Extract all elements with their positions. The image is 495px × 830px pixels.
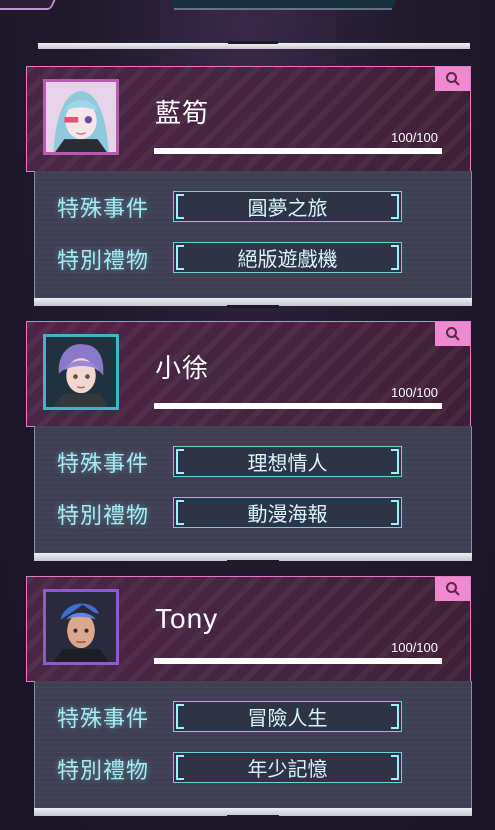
- top-center-frame: [165, 0, 401, 10]
- character-name: 小徐: [155, 354, 210, 384]
- card-body: 特殊事件 冒險人生 特別禮物 年少記憶: [34, 681, 472, 818]
- special-gift-label: 特別禮物: [57, 249, 150, 274]
- screen: 藍筍 100/100 特殊事件 圓夢之旅 特別禮物 絕版遊戲機 小徐 100/1…: [0, 0, 495, 830]
- search-button[interactable]: [435, 577, 470, 601]
- special-gift-value[interactable]: 年少記憶: [173, 752, 402, 783]
- progress-bar: [154, 403, 442, 409]
- search-button[interactable]: [435, 67, 470, 91]
- character-card: Tony 100/100 特殊事件 冒險人生 特別禮物 年少記憶: [26, 576, 472, 822]
- avatar-portrait-icon: [46, 337, 116, 407]
- progress-fill: [154, 148, 442, 154]
- shelf-notch: [227, 560, 279, 563]
- card-header: 藍筍 100/100: [26, 66, 471, 172]
- top-shelf: [38, 41, 470, 49]
- shelf-notch: [227, 305, 279, 308]
- avatar[interactable]: [43, 334, 119, 410]
- avatar[interactable]: [43, 589, 119, 665]
- special-gift-value[interactable]: 動漫海報: [173, 497, 402, 528]
- search-button[interactable]: [435, 322, 470, 346]
- special-gift-value[interactable]: 絕版遊戲機: [173, 242, 402, 273]
- special-event-label: 特殊事件: [57, 197, 150, 222]
- progress-bar: [154, 658, 442, 664]
- progress-text: 100/100: [391, 130, 438, 145]
- card-body: 特殊事件 圓夢之旅 特別禮物 絕版遊戲機: [34, 171, 472, 308]
- shelf-notch: [227, 815, 279, 818]
- top-left-frame: [0, 0, 62, 10]
- special-event-value[interactable]: 圓夢之旅: [173, 191, 402, 222]
- progress-text: 100/100: [391, 385, 438, 400]
- progress-text: 100/100: [391, 640, 438, 655]
- avatar-portrait-icon: [46, 82, 116, 152]
- search-icon: [445, 327, 460, 341]
- special-gift-label: 特別禮物: [57, 759, 150, 784]
- character-card: 藍筍 100/100 特殊事件 圓夢之旅 特別禮物 絕版遊戲機: [26, 66, 472, 312]
- character-name: Tony: [155, 603, 219, 634]
- special-event-label: 特殊事件: [57, 452, 150, 477]
- card-header: Tony 100/100: [26, 576, 471, 682]
- special-event-value[interactable]: 理想情人: [173, 446, 402, 477]
- avatar-portrait-icon: [46, 592, 116, 662]
- card-header: 小徐 100/100: [26, 321, 471, 427]
- character-name: 藍筍: [155, 99, 210, 129]
- progress-fill: [154, 658, 442, 664]
- search-icon: [445, 72, 460, 86]
- progress-bar: [154, 148, 442, 154]
- avatar[interactable]: [43, 79, 119, 155]
- progress-fill: [154, 403, 442, 409]
- special-event-value[interactable]: 冒險人生: [173, 701, 402, 732]
- special-gift-label: 特別禮物: [57, 504, 150, 529]
- search-icon: [445, 582, 460, 596]
- character-card: 小徐 100/100 特殊事件 理想情人 特別禮物 動漫海報: [26, 321, 472, 567]
- card-body: 特殊事件 理想情人 特別禮物 動漫海報: [34, 426, 472, 563]
- special-event-label: 特殊事件: [57, 707, 150, 732]
